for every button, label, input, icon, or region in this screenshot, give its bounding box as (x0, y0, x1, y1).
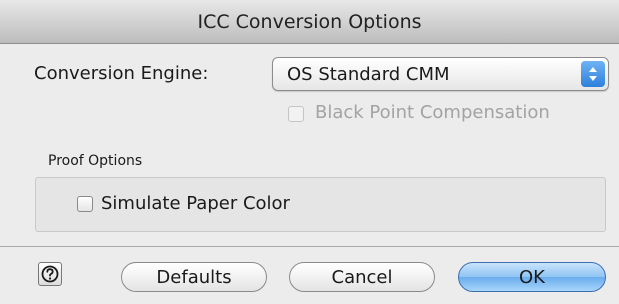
black-point-checkbox[interactable] (288, 106, 304, 122)
divider (0, 246, 619, 247)
simulate-paper-label[interactable]: Simulate Paper Color (101, 193, 290, 214)
help-button[interactable] (38, 262, 62, 286)
conversion-engine-value: OS Standard CMM (287, 64, 450, 85)
ok-button[interactable]: OK (458, 262, 606, 292)
help-icon (41, 265, 59, 283)
up-down-arrows-icon (581, 61, 605, 87)
proof-options-heading: Proof Options (48, 153, 143, 169)
conversion-engine-popup[interactable]: OS Standard CMM (272, 57, 609, 91)
cancel-button[interactable]: Cancel (289, 262, 435, 292)
simulate-paper-checkbox[interactable] (77, 196, 93, 212)
conversion-engine-label: Conversion Engine: (34, 63, 209, 84)
window-titlebar: ICC Conversion Options (0, 0, 619, 44)
defaults-button[interactable]: Defaults (121, 262, 267, 292)
black-point-label: Black Point Compensation (315, 102, 550, 123)
window-title: ICC Conversion Options (197, 10, 422, 33)
